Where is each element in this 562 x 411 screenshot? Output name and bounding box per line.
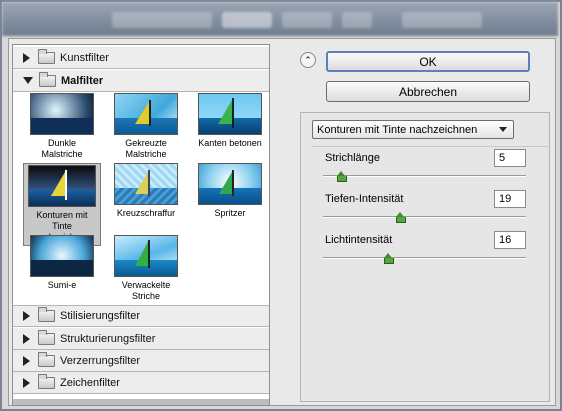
filter-select[interactable]: Konturen mit Tinte nachzeichnen (312, 120, 514, 139)
double-chevron-up-icon: ⌃ (304, 54, 312, 65)
lichtintensitaet-slider-track[interactable] (323, 257, 526, 259)
filter-preview-image (28, 165, 96, 207)
strichlaenge-slider-track[interactable] (323, 175, 526, 177)
category-malfilter[interactable]: Malfilter (13, 70, 269, 92)
expand-arrow-icon[interactable] (23, 355, 30, 366)
folder-icon (38, 307, 55, 322)
filter-preview-image (30, 235, 94, 277)
tiefen-intensitaet-slider-knob[interactable] (396, 212, 407, 223)
folder-icon (39, 71, 56, 87)
category-verzerrungsfilter[interactable]: Verzerrungsfilter (13, 350, 269, 372)
thumbnail-verwackelte-striche[interactable]: Verwackelte Striche (111, 235, 181, 302)
collapse-gallery-button[interactable]: ⌃ (300, 52, 316, 68)
category-stilisierungsfilter[interactable]: Stilisierungsfilter (13, 305, 269, 327)
lichtintensitaet-label: Lichtintensität (325, 234, 393, 246)
folder-icon (38, 48, 55, 64)
folder-icon (38, 329, 55, 345)
strichlaenge-input[interactable]: 5 (494, 149, 526, 167)
thumbnail-caption: Verwackelte Striche (121, 280, 171, 301)
filter-preview-image (198, 93, 262, 135)
category-zeichenfilter[interactable]: Zeichenfilter (13, 372, 269, 394)
folder-icon (38, 351, 55, 367)
thumbnail-gekreuzte-malstriche[interactable]: Gekreuzte Malstriche (111, 93, 181, 160)
thumbnail-kanten-betonen[interactable]: Kanten betonen (195, 93, 265, 149)
category-label: Malfilter (61, 74, 104, 87)
dropdown-arrow-icon (499, 127, 507, 132)
tiefen-intensitaet-label: Tiefen-Intensität (325, 193, 404, 205)
filter-preview-image (114, 93, 178, 135)
lichtintensitaet-slider-knob[interactable] (383, 253, 394, 264)
thumbnail-sumi-e[interactable]: Sumi-e (27, 235, 97, 291)
expand-arrow-icon[interactable] (23, 377, 30, 388)
expand-arrow-icon[interactable] (23, 333, 30, 344)
divider (312, 146, 550, 147)
strichlaenge-slider-knob[interactable] (337, 171, 348, 182)
blurred-toolbar (2, 2, 558, 36)
thumbnail-caption: Spritzer (214, 208, 246, 218)
thumbnail-konturen-mit-tinte[interactable]: Konturen mit Tinte nachzeichnen (23, 163, 101, 246)
thumbnail-kreuzschraffur[interactable]: Kreuzschraffur (111, 163, 181, 219)
category-label: Stilisierungsfilter (60, 310, 141, 322)
tiefen-intensitaet-slider-track[interactable] (323, 216, 526, 218)
cancel-button[interactable]: Abbrechen (326, 81, 530, 102)
collapse-arrow-icon[interactable] (23, 77, 33, 84)
expand-arrow-icon[interactable] (23, 311, 30, 321)
filter-tree: Kunstfilter Malfilter Dunkle Malstriche … (12, 44, 270, 406)
category-label: Strukturierungsfilter (60, 332, 156, 345)
category-label: Kunstfilter (60, 51, 109, 64)
thumbnail-dunkle-malstriche[interactable]: Dunkle Malstriche (27, 93, 97, 160)
category-strukturierungsfilter[interactable]: Strukturierungsfilter (13, 328, 269, 350)
filter-preview-image (114, 163, 178, 205)
thumbnail-caption: Kreuzschraffur (116, 208, 176, 218)
thumbnail-spritzer[interactable]: Spritzer (195, 163, 265, 219)
category-kunstfilter[interactable]: Kunstfilter (13, 47, 269, 69)
filter-preview-image (198, 163, 262, 205)
strichlaenge-label: Strichlänge (325, 152, 381, 164)
tiefen-intensitaet-input[interactable]: 19 (494, 190, 526, 208)
filter-preview-image (114, 235, 178, 277)
ok-button[interactable]: OK (326, 51, 530, 72)
category-label: Verzerrungsfilter (60, 354, 141, 367)
filter-select-value: Konturen mit Tinte nachzeichnen (317, 123, 478, 136)
thumbnail-caption: Kanten betonen (198, 138, 262, 148)
category-label: Zeichenfilter (60, 376, 120, 389)
tree-scroll-footer (13, 399, 269, 405)
expand-arrow-icon[interactable] (23, 52, 30, 63)
thumbnail-caption: Sumi-e (47, 280, 77, 290)
thumbnail-caption: Dunkle Malstriche (41, 138, 83, 159)
thumbnail-caption: Gekreuzte Malstriche (125, 138, 167, 159)
folder-icon (38, 373, 55, 389)
lichtintensitaet-input[interactable]: 16 (494, 231, 526, 249)
filter-preview-image (30, 93, 94, 135)
